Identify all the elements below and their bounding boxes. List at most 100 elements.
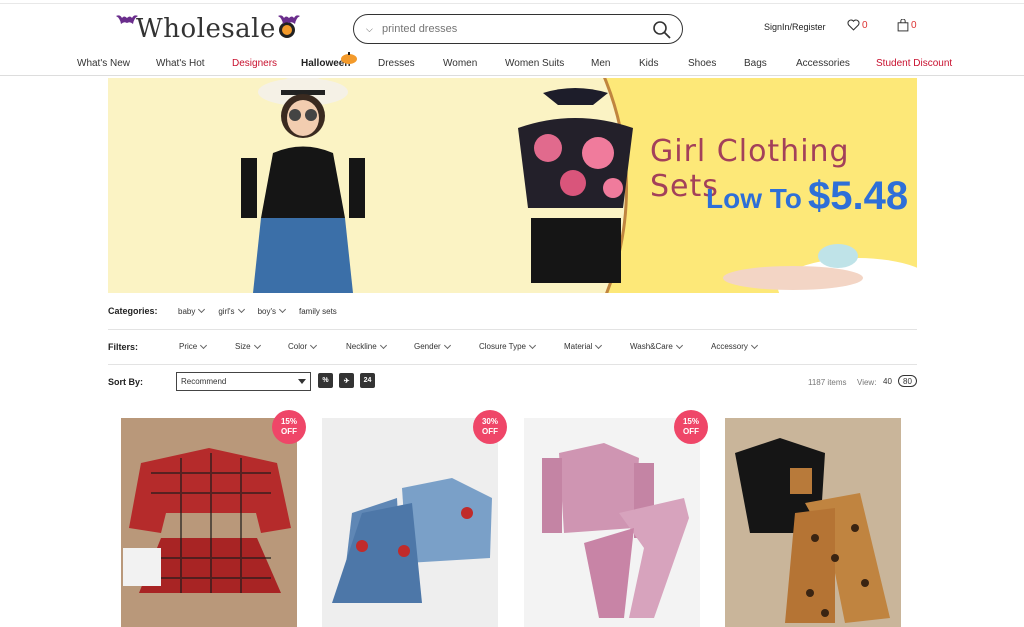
- badge-off: OFF: [482, 427, 498, 436]
- main-nav: What's New What's Hot Designers Hallowee…: [0, 52, 1024, 76]
- search-icon[interactable]: [652, 20, 672, 40]
- categories-row: Categories: baby girl's boy's family set…: [108, 294, 917, 328]
- bat-icon: [278, 15, 300, 24]
- bag-icon: [897, 19, 909, 32]
- filter-neckline[interactable]: Neckline: [346, 341, 387, 351]
- banner-price: $5.48: [808, 174, 909, 218]
- chevron-down-icon: [379, 341, 387, 349]
- filter-material[interactable]: Material: [564, 341, 603, 351]
- filter-gender[interactable]: Gender: [414, 341, 451, 351]
- category-label: baby: [178, 306, 196, 316]
- filter-size[interactable]: Size: [235, 341, 261, 351]
- nav-item-accessories[interactable]: Accessories: [796, 58, 850, 69]
- nav-item-whats-new[interactable]: What's New: [77, 58, 130, 69]
- sort-selected-value: Recommend: [181, 377, 227, 386]
- product-card[interactable]: [121, 418, 297, 627]
- ships-24h-button[interactable]: 24: [360, 373, 375, 388]
- fast-shipping-button[interactable]: ✈: [339, 373, 354, 388]
- chevron-down-icon: [310, 341, 318, 349]
- filter-color[interactable]: Color: [288, 341, 318, 351]
- nav-item-shoes[interactable]: Shoes: [688, 58, 716, 69]
- product-card[interactable]: [322, 418, 498, 627]
- product-image: [524, 418, 700, 627]
- search-input[interactable]: [382, 23, 642, 35]
- nav-item-women[interactable]: Women: [443, 58, 477, 69]
- filter-label: Color: [288, 342, 308, 351]
- signin-register-link[interactable]: SignIn/Register: [764, 22, 826, 32]
- filter-label: Material: [564, 342, 593, 351]
- badge-percent: 15%: [682, 417, 699, 426]
- cart-count: 0: [911, 20, 917, 31]
- nav-item-designers[interactable]: Designers: [232, 58, 277, 69]
- chevron-down-icon: [750, 341, 758, 349]
- chevron-down-icon: [528, 341, 537, 349]
- divider: [108, 329, 917, 330]
- product-image: [121, 418, 297, 627]
- wishlist-button[interactable]: 0: [847, 19, 868, 31]
- filter-label: Gender: [414, 342, 441, 351]
- chevron-down-icon: [675, 341, 683, 349]
- category-label: family sets: [299, 306, 337, 316]
- discount-badge: 15% OFF: [272, 410, 306, 444]
- product-image: [725, 418, 901, 627]
- chevron-down-icon: [443, 341, 451, 349]
- category-label: boy's: [257, 306, 276, 316]
- product-card[interactable]: [725, 418, 901, 627]
- sort-label: Sort By:: [108, 377, 144, 387]
- banner-price-prefix: Low To: [706, 183, 802, 214]
- chevron-down-icon: [595, 341, 603, 349]
- product-image: [322, 418, 498, 627]
- product-card[interactable]: [524, 418, 700, 627]
- filter-closure-type[interactable]: Closure Type: [479, 341, 537, 351]
- view-label: View:: [857, 378, 877, 387]
- chevron-down-icon: [200, 341, 208, 349]
- sort-select[interactable]: Recommend: [176, 372, 311, 391]
- site-header: Wholesale ⌵ SignIn/Register 0 0: [0, 4, 1024, 50]
- divider: [108, 364, 917, 365]
- filter-accessory[interactable]: Accessory: [711, 341, 758, 351]
- banner-decoration: [723, 244, 917, 293]
- filter-label: Neckline: [346, 342, 377, 351]
- promo-banner[interactable]: Girl Clothing Sets Low To $5.48: [108, 78, 917, 293]
- search-bar: ⌵: [353, 14, 683, 44]
- category-girls[interactable]: girl's: [218, 305, 245, 316]
- nav-item-bags[interactable]: Bags: [744, 58, 767, 69]
- categories-label: Categories:: [108, 306, 158, 316]
- nav-item-whats-hot[interactable]: What's Hot: [156, 58, 205, 69]
- items-count: 1187 items: [808, 378, 847, 387]
- badge-off: OFF: [281, 427, 297, 436]
- view-80-option[interactable]: 80: [898, 375, 917, 387]
- filter-wash-care[interactable]: Wash&Care: [630, 341, 683, 351]
- view-40-option[interactable]: 40: [883, 377, 892, 386]
- nav-item-dresses[interactable]: Dresses: [378, 58, 415, 69]
- badge-off: OFF: [683, 427, 699, 436]
- nav-item-men[interactable]: Men: [591, 58, 610, 69]
- wishlist-count: 0: [862, 19, 868, 31]
- site-logo[interactable]: Wholesale: [116, 12, 303, 46]
- pumpkin-icon: [341, 52, 357, 64]
- filter-label: Accessory: [711, 342, 748, 351]
- chevron-down-icon: [198, 305, 206, 314]
- badge-percent: 15%: [280, 417, 297, 426]
- cart-button[interactable]: 0: [897, 19, 917, 32]
- clothing-set-image: [518, 88, 633, 283]
- discount-badge: 15% OFF: [674, 410, 708, 444]
- filter-price[interactable]: Price: [179, 341, 208, 351]
- discount-sort-button[interactable]: %: [318, 373, 333, 388]
- category-boys[interactable]: boy's: [257, 305, 287, 316]
- bat-icon: [116, 15, 138, 24]
- filter-label: Closure Type: [479, 342, 526, 351]
- badge-percent: 30%: [481, 417, 498, 426]
- category-family-sets[interactable]: family sets: [299, 307, 337, 316]
- girl-model-image: [241, 78, 365, 293]
- filter-label: Price: [179, 342, 198, 351]
- chevron-down-icon[interactable]: ⌵: [366, 24, 376, 35]
- logo-text: Wholesale: [136, 14, 276, 44]
- category-baby[interactable]: baby: [178, 305, 206, 316]
- filters-label: Filters:: [108, 342, 139, 352]
- nav-item-women-suits[interactable]: Women Suits: [505, 58, 564, 69]
- category-label: girl's: [218, 306, 235, 316]
- filter-label: Wash&Care: [630, 342, 673, 351]
- nav-item-student-discount[interactable]: Student Discount: [876, 58, 952, 69]
- nav-item-kids[interactable]: Kids: [639, 58, 658, 69]
